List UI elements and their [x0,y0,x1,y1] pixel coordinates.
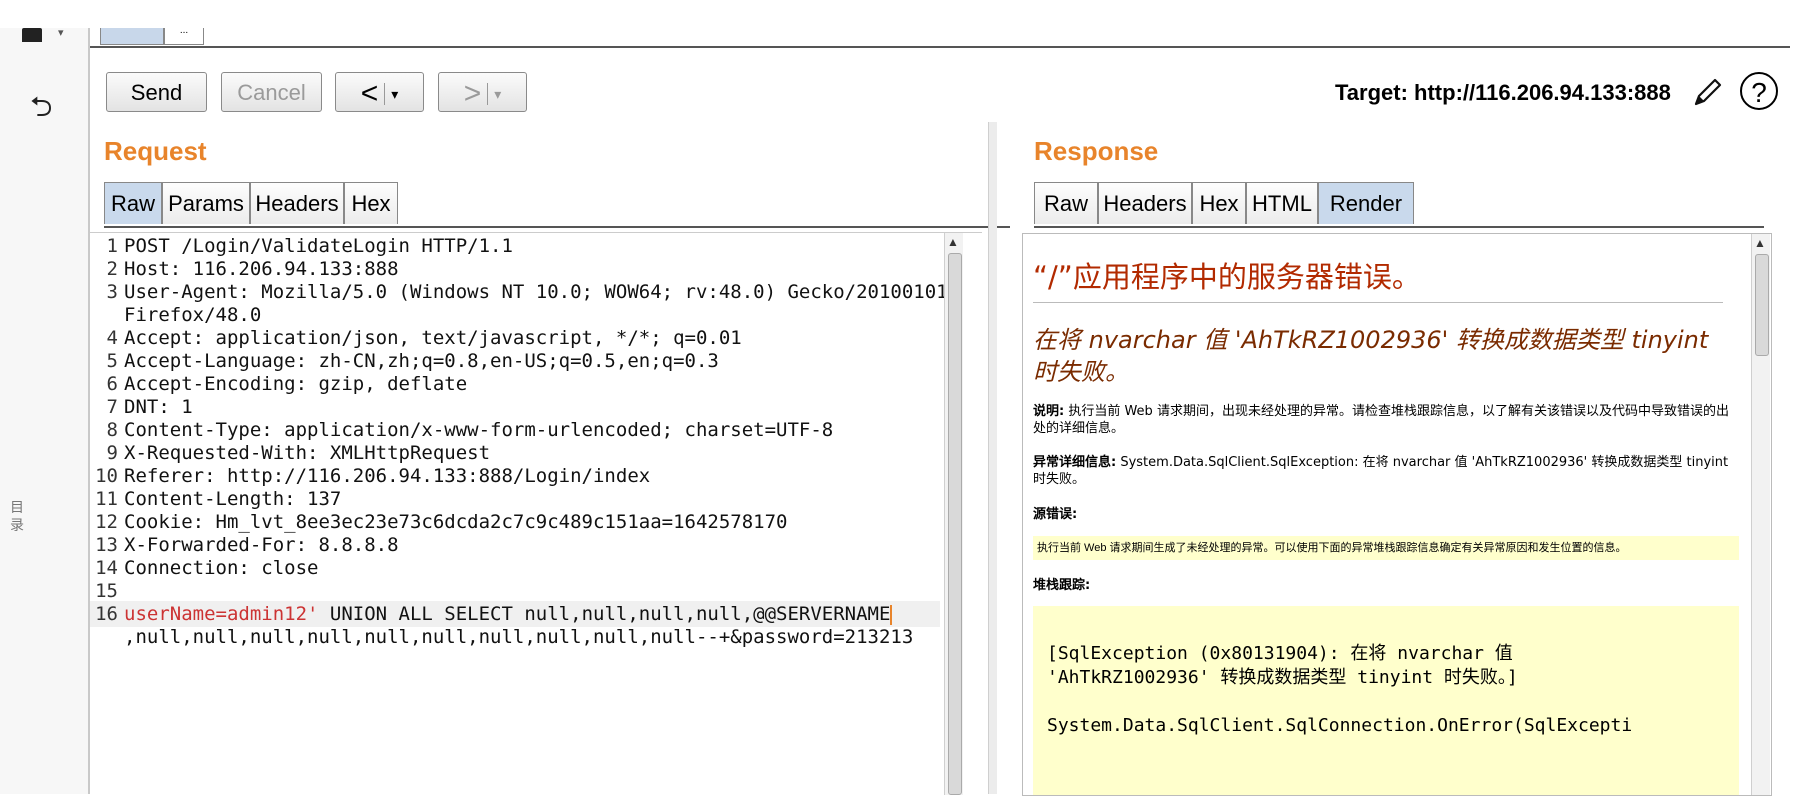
tab-render[interactable]: Render [1318,182,1414,224]
request-body-line: ,null,null,null,null,null,null,null,null… [124,626,914,648]
text-cursor [890,604,893,625]
source-error-box: 执行当前 Web 请求期间生成了未经处理的异常。可以使用下面的异常堆栈跟踪信息确… [1033,536,1739,560]
repeater-tab-strip: ... [90,26,1790,48]
tab-params[interactable]: Params [162,182,250,224]
tab-raw[interactable]: Raw [1034,182,1098,224]
source-error-label: 源错误: [1033,507,1078,522]
request-tabs: Raw Params Headers Hex [104,182,1010,228]
tab-hex[interactable]: Hex [344,182,398,224]
chevron-down-icon[interactable]: ▾ [494,86,501,102]
chevron-down-icon[interactable]: ▾ [58,26,64,39]
tab-html[interactable]: HTML [1246,182,1318,224]
error-message: 在将 nvarchar 值 'AhTkRZ1002936' 转换成数据类型 ti… [1033,326,1709,386]
cancel-button[interactable]: Cancel [221,72,322,112]
repeater-tab-more[interactable]: ... [164,26,204,45]
response-render-view: “/”应用程序中的服务器错误。 在将 nvarchar 值 'AhTkRZ100… [1022,233,1772,796]
divider [1033,302,1723,303]
chevron-down-icon[interactable]: ▾ [391,86,398,102]
pencil-icon[interactable] [1690,74,1726,110]
tab-raw[interactable]: Raw [104,182,162,224]
repeater-tab[interactable] [100,28,164,45]
exception-details: 异常详细信息: System.Data.SqlClient.SqlExcepti… [1033,455,1729,487]
target-label: Target: http://116.206.94.133:888 [1335,80,1671,105]
undo-icon[interactable]: ⮌ [30,86,52,134]
home-icon[interactable] [22,28,42,42]
error-description: 说明: 执行当前 Web 请求期间，出现未经处理的异常。请检查堆栈跟踪信息，以了… [1033,404,1729,436]
back-button[interactable]: < ▾ [335,72,424,112]
repeater-panel: ... Send Cancel < ▾ > ▾ Target: http://116… [88,26,1790,796]
error-heading: “/”应用程序中的服务器错误。 [1033,260,1421,294]
request-title: Request [104,136,207,166]
tab-headers[interactable]: Headers [1098,182,1192,224]
directory-label[interactable]: 目录 [10,498,26,534]
scroll-up-icon[interactable]: ▲ [1754,236,1766,250]
request-scrollbar[interactable]: ▲ [944,233,963,795]
send-button[interactable]: Send [106,72,207,112]
response-scrollbar[interactable]: ▲ [1751,234,1770,795]
chevron-right-icon: > [463,77,482,111]
top-bar [0,0,1798,28]
request-line: 14 Connection: close [95,557,319,579]
pane-splitter[interactable] [988,122,997,794]
param-value: admin12' [226,603,319,625]
stack-trace-label: 堆栈跟踪: [1033,578,1091,593]
response-title: Response [1034,136,1159,166]
tab-headers[interactable]: Headers [250,182,344,224]
forward-button[interactable]: > ▾ [438,72,527,112]
request-editor[interactable]: 1 POST /Login/ValidateLogin HTTP/1.1 2 Hos… [90,232,982,795]
chevron-left-icon: < [360,77,379,111]
scroll-thumb[interactable] [1755,254,1769,356]
tab-hex[interactable]: Hex [1192,182,1246,224]
response-tabs: Raw Headers Hex HTML Render [1034,182,1764,228]
scroll-up-icon[interactable]: ▲ [947,235,959,249]
param-name: userName= [124,603,227,625]
left-panel: ▾ ⮌ 目录 [0,26,89,794]
scroll-thumb[interactable] [948,253,962,795]
stack-trace-box: [SqlException (0x80131904): 在将 nvarchar … [1033,606,1739,795]
help-icon[interactable]: ? [1740,72,1778,110]
